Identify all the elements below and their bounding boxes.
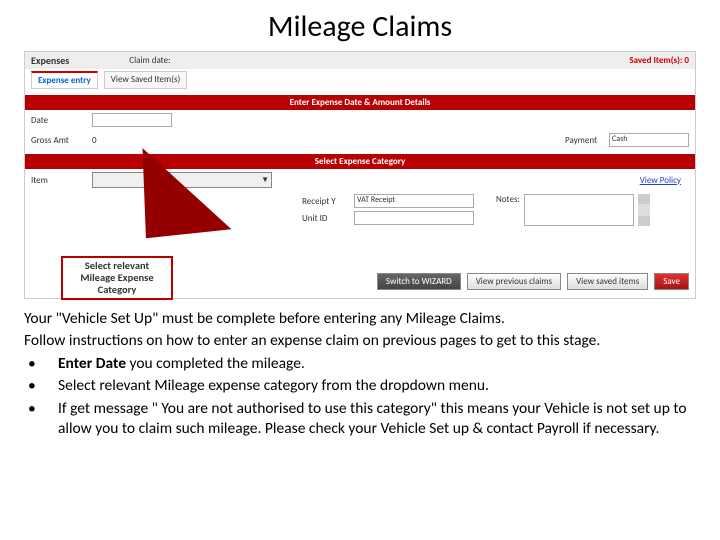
view-saved-button[interactable]: View saved items <box>567 273 648 290</box>
callout-pointer <box>137 140 232 238</box>
date-label: Date <box>31 115 86 126</box>
section-category: Select Expense Category <box>25 154 695 169</box>
bullet-2: •Select relevant Mileage expense categor… <box>24 376 696 396</box>
scrollbar[interactable] <box>638 194 650 226</box>
receipt-select[interactable]: VAT Receipt <box>354 194 474 208</box>
bullet-1: •Enter Date you completed the mileage. <box>24 354 696 374</box>
tab-expense-entry[interactable]: Expense entry <box>31 71 98 89</box>
payment-select[interactable]: Cash <box>609 133 689 147</box>
unit-label: Unit ID <box>302 213 350 224</box>
switch-wizard-button[interactable]: Switch to WIZARD <box>377 273 461 290</box>
instruction-p2: Follow instructions on how to enter an e… <box>24 331 696 351</box>
header-expenses: Expenses <box>31 54 69 67</box>
saved-items-count: Saved Item(s): 0 <box>629 55 689 66</box>
callout-box: Select relevant Mileage Expense Category <box>61 256 173 300</box>
date-input[interactable] <box>92 113 172 127</box>
payment-label: Payment <box>565 135 597 146</box>
item-label: Item <box>31 175 86 186</box>
app-header: Expenses Claim date: Saved Item(s): 0 <box>25 52 695 69</box>
section-date-amount: Enter Expense Date & Amount Details <box>25 95 695 110</box>
expense-app: Expenses Claim date: Saved Item(s): 0 Ex… <box>24 51 696 299</box>
view-policy-link[interactable]: View Policy <box>640 175 681 186</box>
gross-value: 0 <box>92 135 172 146</box>
receipt-label: Receipt Y <box>302 196 350 207</box>
tab-bar: Expense entry View Saved Item(s) <box>25 69 695 91</box>
unit-input[interactable] <box>354 211 474 225</box>
bullet-3: •If get message " You are not authorised… <box>24 399 696 440</box>
chevron-down-icon: ▼ <box>261 175 269 185</box>
instruction-p1: Your "Vehicle Set Up" must be complete b… <box>24 309 696 329</box>
header-claimdate-label: Claim date: <box>129 55 170 66</box>
notes-textarea[interactable] <box>524 194 634 226</box>
view-previous-button[interactable]: View previous claims <box>467 273 561 290</box>
page-title: Mileage Claims <box>24 8 696 45</box>
notes-label: Notes: <box>496 194 520 205</box>
save-button[interactable]: Save <box>654 273 689 290</box>
instruction-body: Your "Vehicle Set Up" must be complete b… <box>24 299 696 440</box>
gross-label: Gross Amt <box>31 135 86 146</box>
tab-view-saved[interactable]: View Saved Item(s) <box>104 71 187 89</box>
